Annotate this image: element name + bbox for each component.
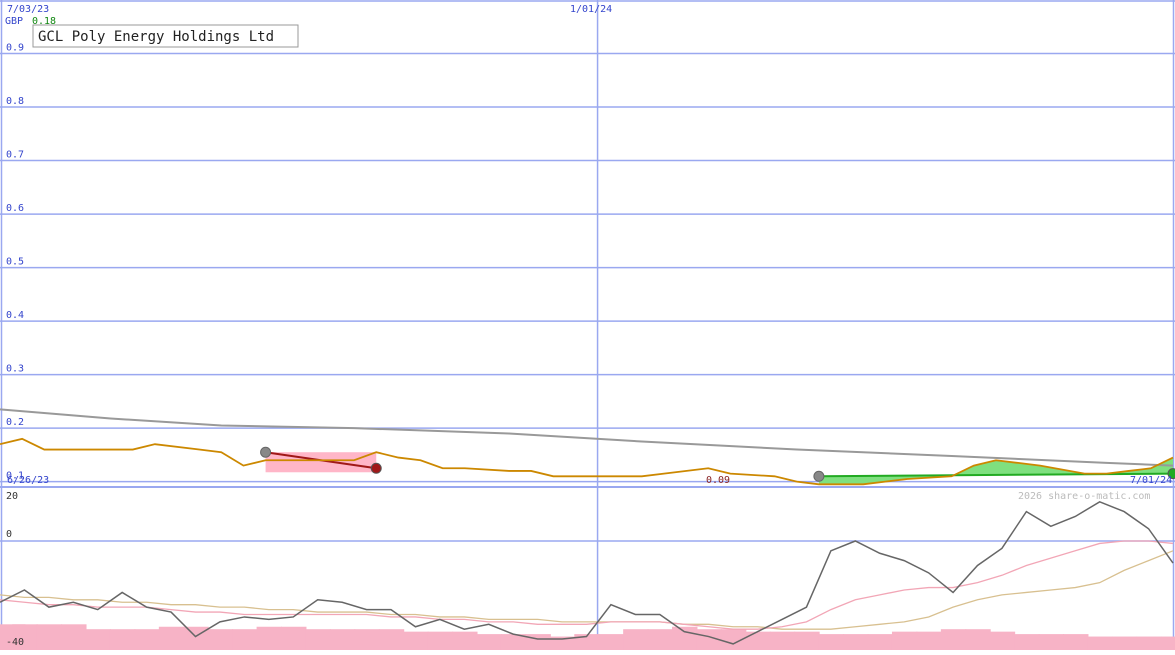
histogram-bar bbox=[940, 629, 967, 650]
histogram-bar bbox=[476, 634, 502, 650]
histogram-bar bbox=[672, 626, 698, 650]
histogram-bar bbox=[329, 629, 356, 650]
sell-exit-marker bbox=[370, 462, 382, 474]
histogram-bar bbox=[85, 629, 111, 650]
histogram-bar bbox=[427, 631, 454, 650]
mid-date-label: 1/01/24 bbox=[570, 4, 612, 15]
watermark: 2026 share-o-matic.com bbox=[1018, 491, 1150, 502]
histogram-bar bbox=[745, 631, 771, 650]
moving-average-line bbox=[0, 408, 1174, 467]
histogram-bar bbox=[769, 631, 796, 650]
histogram-bar bbox=[158, 626, 185, 650]
histogram-bar bbox=[965, 629, 991, 650]
histogram-bar bbox=[843, 634, 869, 650]
histogram-bar bbox=[256, 626, 283, 650]
histogram-bar bbox=[1111, 636, 1138, 650]
price-tick-label: 0.6 bbox=[6, 203, 24, 214]
histogram-bar bbox=[207, 629, 234, 650]
oscillator-oscillator-line bbox=[0, 500, 1174, 645]
footer-start-date: 6/26/23 bbox=[7, 475, 49, 486]
price-tick-label: 0.9 bbox=[6, 43, 24, 54]
histogram-bar bbox=[891, 631, 918, 650]
histogram-bar bbox=[1038, 634, 1065, 650]
histogram-bar bbox=[989, 631, 1016, 650]
histogram-bar bbox=[818, 634, 845, 650]
histogram-bar bbox=[36, 624, 63, 650]
histogram-bar bbox=[1136, 636, 1162, 650]
histogram-bar bbox=[623, 629, 649, 650]
histogram-bar bbox=[647, 629, 674, 650]
price-tick-label: 0.8 bbox=[6, 96, 24, 107]
chart-canvas: 0.10.20.30.40.50.60.70.80.9200-40 7/03/2… bbox=[0, 0, 1175, 650]
histogram-bar bbox=[378, 629, 405, 650]
histogram-bar bbox=[525, 634, 551, 650]
histogram-bar bbox=[403, 631, 429, 650]
histogram-bar bbox=[1087, 636, 1113, 650]
histogram-bar bbox=[61, 624, 87, 650]
oscillator-tick-label: -40 bbox=[6, 637, 24, 648]
oscillator-histogram bbox=[0, 624, 1175, 650]
oscillator-lines bbox=[0, 500, 1174, 645]
histogram-bar bbox=[232, 629, 258, 650]
currency-label: GBP bbox=[5, 16, 23, 27]
histogram-bar bbox=[1160, 636, 1175, 650]
histogram-bar bbox=[354, 629, 380, 650]
footer-end-date: 7/01/24 bbox=[1130, 475, 1172, 486]
buy-trade-region bbox=[818, 457, 1173, 485]
price-tick-label: 0.5 bbox=[6, 257, 24, 268]
y-tick-labels: 0.10.20.30.40.50.60.70.80.9200-40 bbox=[6, 43, 24, 648]
price-tick-label: 0.7 bbox=[6, 150, 24, 161]
histogram-bar bbox=[867, 634, 893, 650]
buy-entry-marker bbox=[813, 470, 825, 482]
sell-entry-marker bbox=[260, 446, 272, 458]
price-gridlines bbox=[0, 0, 1175, 650]
price-tick-label: 0.2 bbox=[6, 417, 24, 428]
histogram-bar bbox=[1014, 634, 1040, 650]
histogram-bar bbox=[794, 631, 820, 650]
histogram-bar bbox=[916, 631, 942, 650]
buy-trade-line bbox=[818, 472, 1174, 478]
histogram-bar bbox=[305, 629, 331, 650]
low-price-label: 0.09 bbox=[706, 475, 730, 486]
chart-title: GCL Poly Energy Holdings Ltd bbox=[38, 29, 274, 45]
histogram-bar bbox=[109, 629, 136, 650]
histogram-bar bbox=[598, 634, 625, 650]
histogram-bar bbox=[1063, 634, 1089, 650]
price-tick-label: 0.3 bbox=[6, 364, 24, 375]
histogram-bar bbox=[452, 631, 478, 650]
price-tick-label: 0.4 bbox=[6, 310, 24, 321]
oscillator-tick-label: 0 bbox=[6, 529, 12, 540]
histogram-bar bbox=[134, 629, 160, 650]
share-chart: 0.1 0.2 0.3 0.4 0.5 0.6 0.7 0.8 0.9 20 0 -40 7/03/2… bbox=[0, 0, 1175, 650]
histogram-bar bbox=[281, 626, 307, 650]
oscillator-tick-label: 20 bbox=[6, 491, 18, 502]
start-date-label: 7/03/23 bbox=[7, 4, 49, 15]
